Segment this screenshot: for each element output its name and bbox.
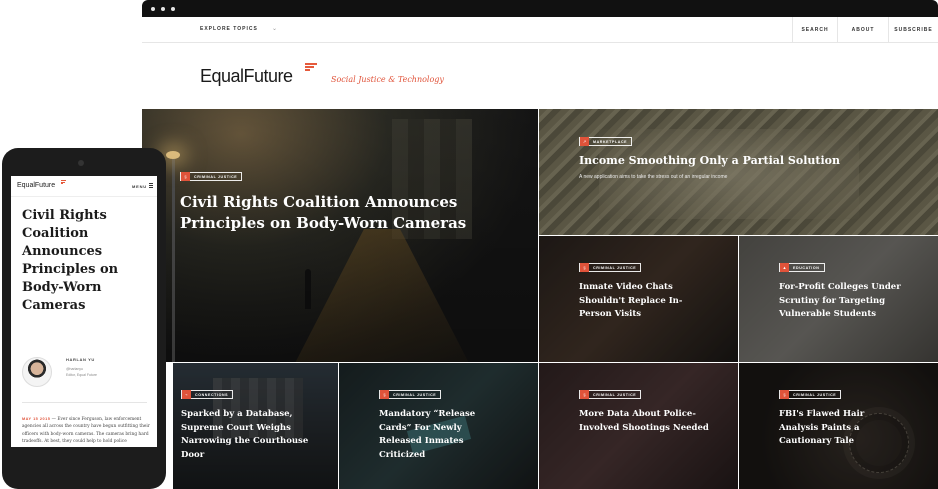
tag-label: CRIMINAL JUSTICE xyxy=(194,174,238,179)
marketplace-subtitle: A new application aims to take the stres… xyxy=(579,174,728,180)
article-headline[interactable]: Mandatory “Release Cards” For Newly Rele… xyxy=(379,408,499,462)
article-date: MAY 15 2015 xyxy=(22,417,51,421)
site-logo[interactable]: EqualFuture xyxy=(200,66,293,87)
mobile-logo[interactable]: EqualFuture xyxy=(17,182,55,189)
header-divider xyxy=(11,196,157,197)
author-role: Editor, Equal Future xyxy=(66,373,97,377)
tag-label: MARKETPLACE xyxy=(593,139,628,144)
logo-mark-icon xyxy=(61,180,66,184)
gavel-icon: § xyxy=(780,390,789,399)
category-tag[interactable]: ⌁ CONNECTIONS xyxy=(181,390,234,399)
browser-chrome xyxy=(142,0,938,17)
article-headline[interactable]: More Data About Police-Involved Shooting… xyxy=(579,408,719,435)
top-nav: EXPLORE TOPICS ⌄ SEARCH ABOUT SUBSCRIBE xyxy=(142,17,938,43)
byline-divider xyxy=(22,402,147,403)
article-card[interactable]: § CRIMINAL JUSTICE Inmate Video Chats Sh… xyxy=(539,236,738,362)
category-tag[interactable]: § CRIMINAL JUSTICE xyxy=(180,172,243,181)
article-headline[interactable]: Inmate Video Chats Shouldn't Replace In-… xyxy=(579,281,699,322)
marketplace-article-card[interactable]: ↗ MARKETPLACE Income Smoothing Only a Pa… xyxy=(539,109,938,235)
category-tag[interactable]: § CRIMINAL JUSTICE xyxy=(579,263,642,272)
window-dot-icon[interactable] xyxy=(151,7,155,11)
connections-icon: ⌁ xyxy=(182,390,191,399)
gavel-icon: § xyxy=(380,390,389,399)
window-dot-icon[interactable] xyxy=(161,7,165,11)
article-headline[interactable]: Sparked by a Database, Supreme Court Wei… xyxy=(181,408,331,462)
article-body: MAY 15 2015 — Ever since Ferguson, law e… xyxy=(22,416,150,447)
chevron-down-icon[interactable]: ⌄ xyxy=(272,25,277,32)
mobile-headline: Civil Rights Coalition Announces Princip… xyxy=(22,208,119,313)
category-tag[interactable]: § CRIMINAL JUSTICE xyxy=(779,390,842,399)
explore-topics-link[interactable]: EXPLORE TOPICS xyxy=(200,26,258,32)
article-card[interactable]: § CRIMINAL JUSTICE FBI's Flawed Hair Ana… xyxy=(739,363,938,489)
article-body-text: Ever since Ferguson, law enforcement age… xyxy=(22,417,150,447)
category-tag[interactable]: ▲ EDUCATION xyxy=(779,263,825,272)
category-tag[interactable]: § CRIMINAL JUSTICE xyxy=(379,390,442,399)
tag-label: CRIMINAL JUSTICE xyxy=(593,265,637,270)
menu-button[interactable]: MENU xyxy=(132,184,147,189)
tag-label: CRIMINAL JUSTICE xyxy=(393,392,437,397)
mobile-screen: EqualFuture MENU Civil Rights Coalition … xyxy=(11,176,157,447)
phone-speaker-icon xyxy=(78,160,84,166)
chart-icon: ↗ xyxy=(580,137,589,146)
tag-label: CONNECTIONS xyxy=(195,392,229,397)
author-handle[interactable]: @harlanyu xyxy=(66,367,83,371)
site-tagline: Social Justice & Technology xyxy=(331,75,444,84)
article-card[interactable]: § CRIMINAL JUSTICE More Data About Polic… xyxy=(539,363,738,489)
gavel-icon: § xyxy=(580,390,589,399)
tag-label: EDUCATION xyxy=(793,265,820,270)
stage: EXPLORE TOPICS ⌄ SEARCH ABOUT SUBSCRIBE … xyxy=(0,0,938,489)
tag-label: CRIMINAL JUSTICE xyxy=(593,392,637,397)
category-tag[interactable]: § CRIMINAL JUSTICE xyxy=(579,390,642,399)
gavel-icon: § xyxy=(580,263,589,272)
category-tag[interactable]: ↗ MARKETPLACE xyxy=(579,137,633,146)
logo-mark-icon xyxy=(305,63,317,71)
author-avatar[interactable] xyxy=(22,357,52,387)
marketplace-headline[interactable]: Income Smoothing Only a Partial Solution xyxy=(579,154,919,168)
featured-headline[interactable]: Civil Rights Coalition Announces Princip… xyxy=(180,192,480,234)
mobile-device: EqualFuture MENU Civil Rights Coalition … xyxy=(2,148,166,489)
about-link[interactable]: ABOUT xyxy=(837,17,888,43)
desktop-browser: EXPLORE TOPICS ⌄ SEARCH ABOUT SUBSCRIBE … xyxy=(142,0,938,489)
article-grid: § CRIMINAL JUSTICE Civil Rights Coalitio… xyxy=(142,109,938,489)
search-link[interactable]: SEARCH xyxy=(792,17,837,43)
graduation-cap-icon: ▲ xyxy=(780,263,789,272)
author-name[interactable]: HARLAN YU xyxy=(66,357,95,362)
article-headline[interactable]: FBI's Flawed Hair Analysis Paints a Caut… xyxy=(779,408,899,449)
article-card[interactable]: ▲ EDUCATION For-Profit Colleges Under Sc… xyxy=(739,236,938,362)
article-card[interactable]: § CRIMINAL JUSTICE Mandatory “Release Ca… xyxy=(339,363,538,489)
hamburger-icon[interactable] xyxy=(149,183,153,189)
gavel-icon: § xyxy=(181,172,190,181)
subscribe-link[interactable]: SUBSCRIBE xyxy=(888,17,938,43)
window-dot-icon[interactable] xyxy=(171,7,175,11)
article-headline[interactable]: For-Profit Colleges Under Scrutiny for T… xyxy=(779,281,919,322)
article-card[interactable]: ⌁ CONNECTIONS Sparked by a Database, Sup… xyxy=(173,363,338,489)
tag-label: CRIMINAL JUSTICE xyxy=(793,392,837,397)
featured-article-card[interactable]: § CRIMINAL JUSTICE Civil Rights Coalitio… xyxy=(142,109,538,362)
